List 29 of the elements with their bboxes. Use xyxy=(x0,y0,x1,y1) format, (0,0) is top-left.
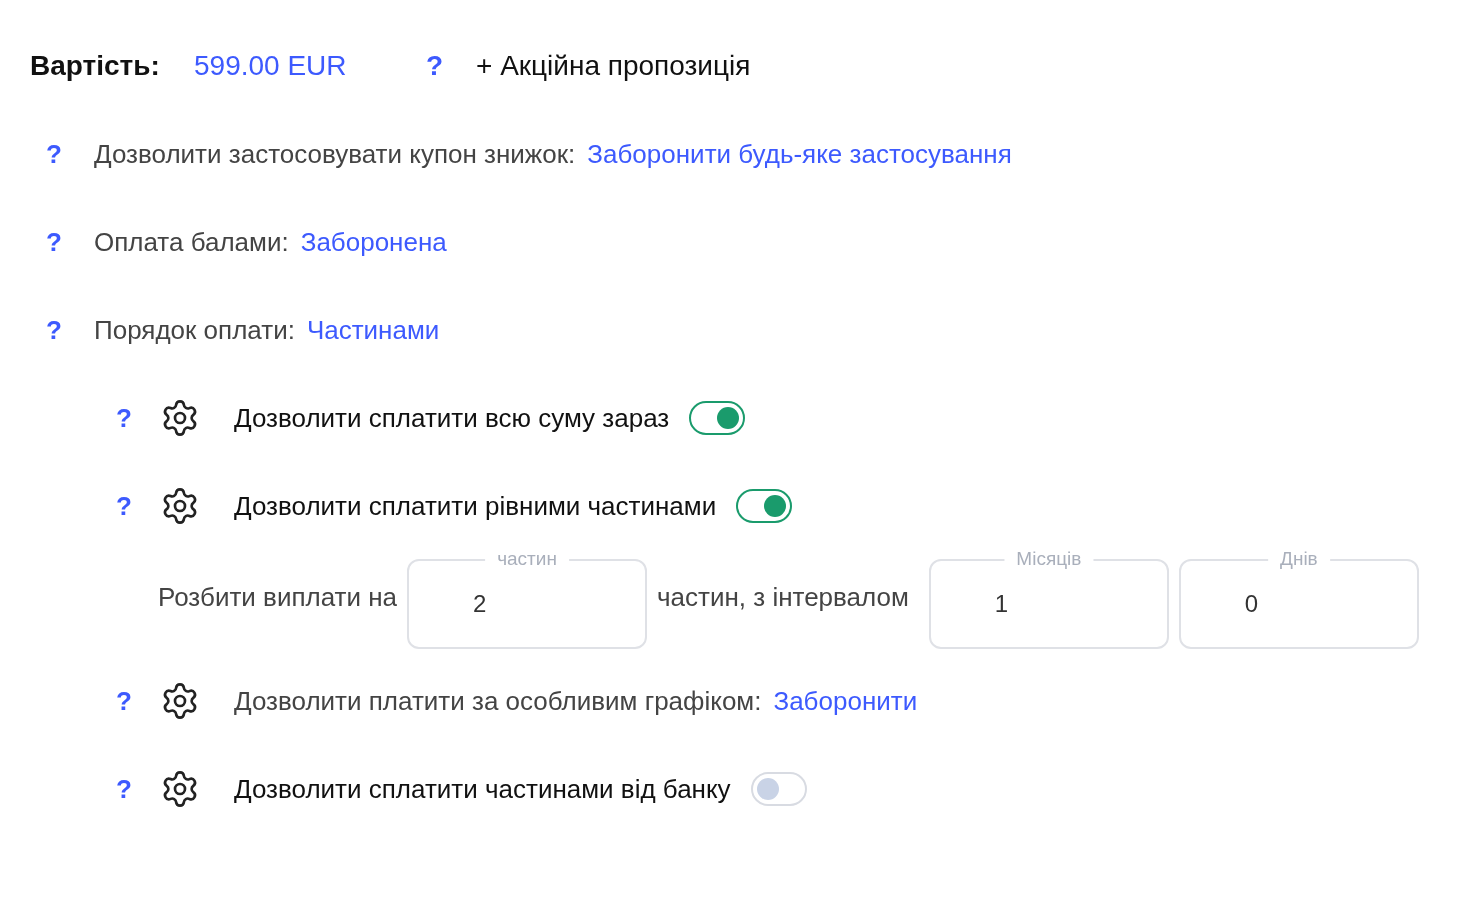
toggle-switch[interactable] xyxy=(736,489,793,523)
help-button[interactable]: ? xyxy=(116,486,156,526)
split-label: Розбити виплати на xyxy=(158,580,397,614)
setting-label: Оплата балами: xyxy=(94,225,289,259)
promo-link[interactable]: + Акційна пропозиція xyxy=(476,45,751,87)
help-button[interactable]: ? xyxy=(116,681,156,721)
help-button[interactable]: ? xyxy=(46,222,86,262)
help-button[interactable]: ? xyxy=(46,310,86,350)
price-value: 599.00 EUR xyxy=(194,49,348,83)
toggle-switch[interactable] xyxy=(689,401,746,435)
option-value-link[interactable]: Заборонити xyxy=(773,681,918,721)
option-label: Дозволити платити за особливим графіком: xyxy=(234,684,762,718)
help-button[interactable]: ? xyxy=(116,398,156,438)
option-label: Дозволити сплатити рівними частинами xyxy=(234,489,717,523)
field-value: 2 xyxy=(473,588,487,619)
option-label: Дозволити сплатити всю суму зараз xyxy=(234,401,670,435)
help-button[interactable]: ? xyxy=(46,134,86,174)
price-label: Вартість: xyxy=(30,49,161,83)
setting-value-link[interactable]: Частинами xyxy=(306,310,440,350)
setting-value-link[interactable]: Заборонена xyxy=(300,222,447,262)
setting-label: Порядок оплати: xyxy=(94,313,295,347)
interval-label: частин, з інтервалом xyxy=(657,580,909,614)
help-button[interactable]: ? xyxy=(116,769,156,809)
field-value: 1 xyxy=(994,588,1009,619)
help-button[interactable]: ? xyxy=(426,45,476,87)
setting-value-link[interactable]: Заборонити будь-яке застосування xyxy=(587,134,1012,174)
setting-label: Дозволити застосовувати купон знижок: xyxy=(94,137,576,171)
option-label: Дозволити сплатити частинами від банку xyxy=(234,772,731,806)
field-value: 0 xyxy=(1244,588,1259,619)
